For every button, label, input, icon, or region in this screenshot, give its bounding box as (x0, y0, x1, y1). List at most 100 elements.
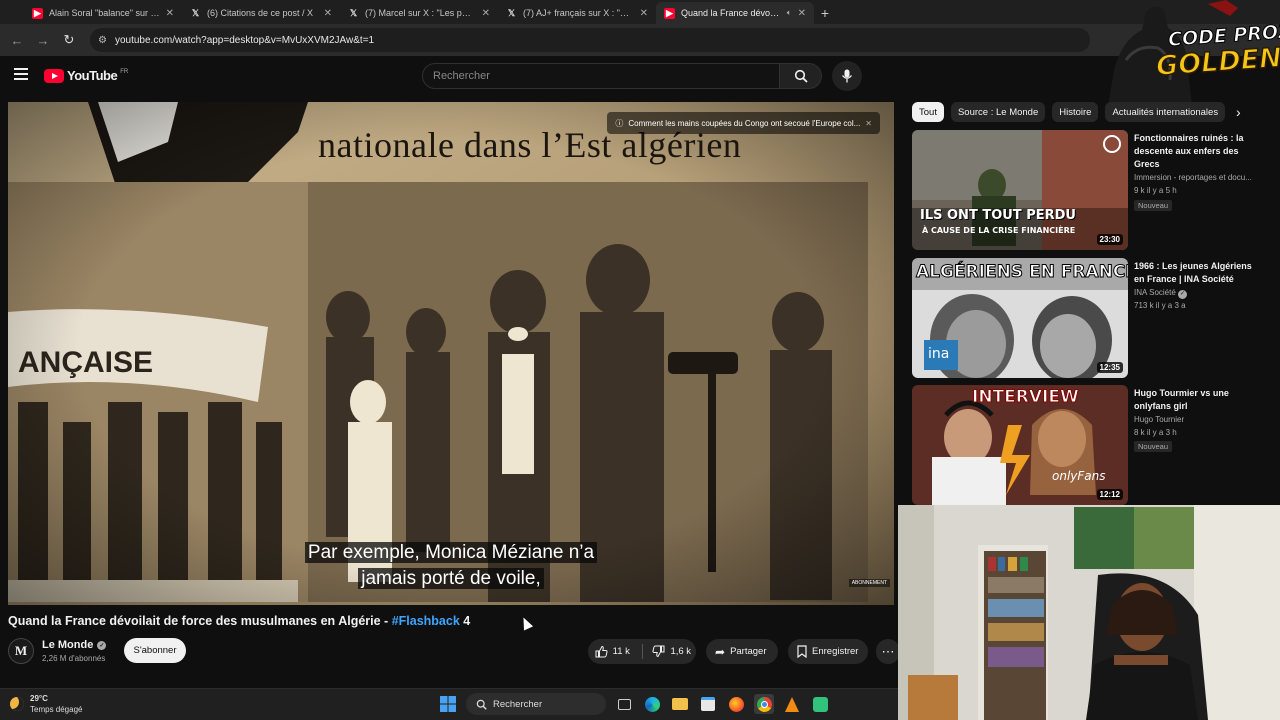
recommended-video[interactable]: ALGÉRIENS EN FRANCE ina 12:35 1966 : Les… (912, 258, 1272, 378)
like-separator (641, 644, 643, 659)
like-dislike-group: 11 k 1,6 k (588, 639, 696, 664)
save-button[interactable]: Enregistrer (788, 639, 868, 664)
close-tab-icon[interactable]: ✕ (324, 8, 332, 19)
info-card-teaser[interactable]: ⓘ Comment les mains coupées du Congo ont… (607, 112, 880, 134)
reload-icon[interactable]: ↻ (58, 29, 80, 51)
chip-international-news[interactable]: Actualités internationales (1105, 102, 1226, 122)
browser-tab[interactable]: 𝕏 (7) Marcel sur X : "Les pompiers ✕ (340, 2, 498, 24)
streamer-webcam (898, 505, 1280, 720)
browser-tab-active[interactable]: ▶ Quand la France dévoilait d 🔈︎ ✕ (656, 2, 814, 24)
search-input[interactable]: Rechercher (422, 63, 780, 89)
share-button[interactable]: ➦ Partager (706, 639, 778, 664)
thumbs-up-icon (595, 645, 608, 658)
taskbar-apps: Rechercher (438, 693, 830, 715)
browser-tab[interactable]: 𝕏 (7) AJ+ français sur X : "Au Cam ✕ (498, 2, 656, 24)
verified-check-icon: ✓ (97, 640, 107, 650)
video-duration: 12:35 (1096, 362, 1123, 373)
recommended-video-title[interactable]: 1966 : Les jeunes Algériens en France | … (1134, 260, 1258, 286)
browser-tab-strip: ▶ Alain Soral "balance" sur Vince ✕ 𝕏 (6… (0, 0, 1280, 24)
recommended-video[interactable]: ILS ONT TOUT PERDU À CAUSE DE LA CRISE F… (912, 130, 1272, 250)
video-thumbnail[interactable]: ALGÉRIENS EN FRANCE ina 12:35 (912, 258, 1128, 378)
dislike-button[interactable]: 1,6 k (648, 639, 697, 664)
chevron-right-icon[interactable]: › (1236, 104, 1241, 120)
new-badge: Nouveau (1134, 441, 1173, 452)
channel-name[interactable]: Le Monde ✓ (42, 639, 107, 651)
channel-avatar-letter: M (14, 643, 28, 658)
youtube-icon: ▶ (664, 7, 675, 19)
video-title: Quand la France dévoilait de force des m… (8, 614, 470, 628)
close-tab-icon[interactable]: ✕ (166, 8, 174, 19)
firefox-icon[interactable] (726, 694, 746, 714)
forward-arrow-icon[interactable]: → (32, 29, 54, 51)
moon-icon (10, 697, 24, 711)
browser-tab[interactable]: ▶ Alain Soral "balance" sur Vince ✕ (24, 2, 182, 24)
subscribe-button[interactable]: S'abonner (124, 638, 186, 663)
close-icon[interactable]: ✕ (865, 119, 872, 128)
bookmark-icon (797, 645, 807, 658)
share-icon: ➦ (715, 644, 726, 659)
video-player[interactable]: ANÇAISE nationale dans l’Est algérien ⓘ … (8, 102, 894, 605)
share-label: Partager (730, 646, 767, 657)
more-dots-icon: ⋯ (881, 643, 895, 659)
recommended-channel[interactable]: Hugo Tournier (1134, 414, 1184, 426)
browser-tab[interactable]: 𝕏 (6) Citations de ce post / X ✕ (182, 2, 340, 24)
tab-title: (6) Citations de ce post / X (207, 8, 314, 18)
weather-widget[interactable]: 29°C Temps dégagé (10, 693, 82, 715)
voice-search-button[interactable] (832, 61, 862, 91)
recommended-video-title[interactable]: Hugo Tourmier vs une onlyfans girl (1134, 387, 1258, 413)
edge-icon[interactable] (642, 694, 662, 714)
microphone-icon (841, 69, 853, 83)
more-actions-button[interactable]: ⋯ (876, 639, 900, 664)
thumbnail-headline: ILS ONT TOUT PERDU (920, 208, 1076, 223)
tab-title: Alain Soral "balance" sur Vince (49, 8, 160, 18)
search-icon (476, 699, 487, 710)
video-thumbnail[interactable]: INTERVIEW onlyFans 12:12 (912, 385, 1128, 505)
like-button[interactable]: 11 k (588, 639, 637, 664)
chip-all[interactable]: Tout (912, 102, 944, 122)
dislike-count: 1,6 k (670, 646, 692, 657)
thumbs-down-icon (652, 645, 665, 658)
task-view-icon[interactable] (614, 694, 634, 714)
speaker-icon[interactable]: 🔈︎ (787, 8, 792, 18)
store-icon[interactable] (698, 694, 718, 714)
close-tab-icon[interactable]: ✕ (798, 8, 806, 19)
mouse-cursor-icon (518, 615, 534, 631)
close-tab-icon[interactable]: ✕ (640, 8, 648, 19)
channel-avatar[interactable]: M (8, 638, 34, 664)
file-explorer-icon[interactable] (670, 694, 690, 714)
thumbnail-logo-text: ina (928, 346, 950, 362)
video-frame-image: ANÇAISE (8, 102, 894, 605)
hamburger-menu-icon[interactable] (14, 68, 28, 80)
chrome-icon[interactable] (754, 694, 774, 714)
recommended-views-age: 9 k il y a 5 h (1134, 186, 1177, 195)
recommended-channel[interactable]: Immersion - reportages et docu... (1134, 172, 1274, 184)
game-app-icon[interactable] (810, 694, 830, 714)
close-tab-icon[interactable]: ✕ (482, 8, 490, 19)
vlc-icon[interactable] (782, 694, 802, 714)
chip-source[interactable]: Source : Le Monde (950, 102, 1046, 122)
recommended-channel[interactable]: INA Société ✓ (1134, 287, 1188, 299)
taskbar-search[interactable]: Rechercher (466, 693, 606, 715)
recommended-video[interactable]: INTERVIEW onlyFans 12:12 Hugo Tourmier v… (912, 385, 1272, 505)
chip-history[interactable]: Histoire (1052, 102, 1099, 122)
url-field[interactable]: ⚙︎ youtube.com/watch?app=desktop&v=MvUxX… (90, 28, 1090, 52)
search-button[interactable] (780, 63, 822, 89)
site-settings-icon[interactable]: ⚙︎ (98, 35, 107, 46)
subscriber-count: 2,26 M d'abonnés (42, 654, 106, 663)
back-arrow-icon[interactable]: ← (6, 29, 28, 51)
video-thumbnail[interactable]: ILS ONT TOUT PERDU À CAUSE DE LA CRISE F… (912, 130, 1128, 250)
hashtag-link[interactable]: #Flashback (392, 614, 460, 628)
video-title-number: 4 (459, 614, 471, 628)
recommended-video-title[interactable]: Fonctionnaires ruinés : la descente aux … (1134, 132, 1258, 171)
windows-start-icon[interactable] (438, 694, 458, 714)
youtube-logo[interactable]: YouTube FR (44, 68, 128, 83)
new-tab-button[interactable]: + (814, 2, 836, 24)
subtitle-line: Par exemple, Monica Méziane n’a (304, 542, 598, 563)
thumbnail-brand-text: onlyFans (1052, 469, 1106, 483)
subtitle-line: jamais porté de voile, (358, 568, 544, 589)
info-card-icon: ⓘ (615, 118, 624, 128)
recommended-views-age: 713 k il y a 3 a (1134, 301, 1186, 310)
x-icon: 𝕏 (191, 7, 200, 18)
x-icon: 𝕏 (507, 7, 516, 18)
tab-title: Quand la France dévoilait d (681, 8, 781, 18)
